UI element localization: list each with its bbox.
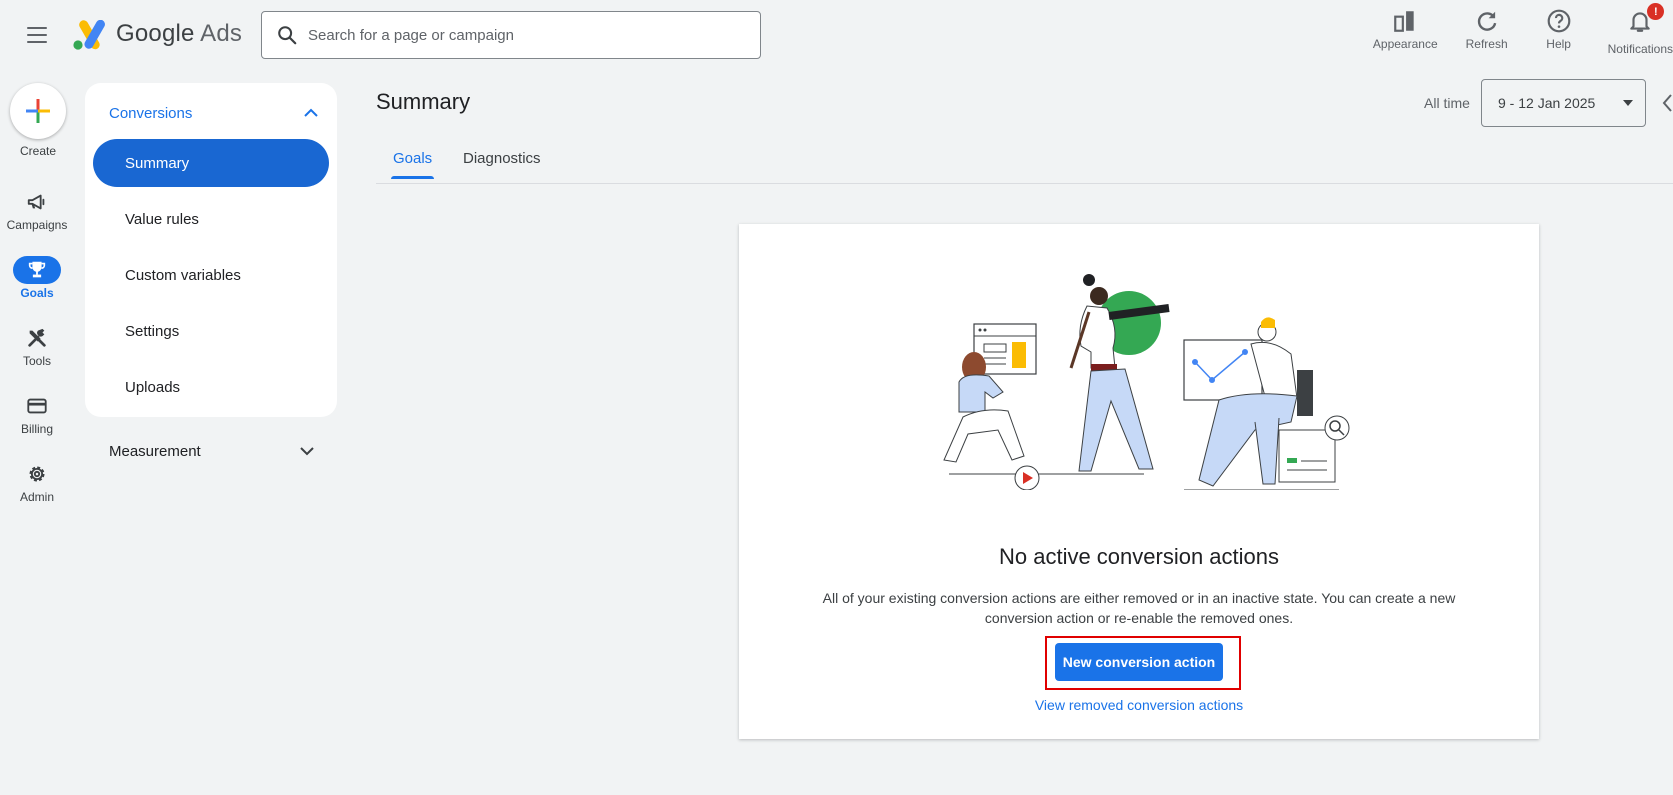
header-actions: Appearance Refresh Help ! Notifications xyxy=(1347,3,1673,56)
date-range-picker[interactable]: 9 - 12 Jan 2025 xyxy=(1481,79,1646,127)
rail-label-campaigns: Campaigns xyxy=(6,218,68,232)
empty-state-title: No active conversion actions xyxy=(998,544,1280,569)
refresh-icon xyxy=(1477,11,1496,31)
refresh-button[interactable]: Refresh xyxy=(1464,8,1510,56)
appearance-icon xyxy=(1394,11,1414,32)
nav-item-label: Summary xyxy=(125,154,190,172)
search-box[interactable] xyxy=(261,11,761,59)
nav-item-label: Settings xyxy=(125,322,180,340)
conversions-section-toggle[interactable]: Conversions xyxy=(109,99,319,127)
rail-item-campaigns[interactable]: Campaigns xyxy=(0,188,74,232)
search-input[interactable] xyxy=(308,12,760,58)
google-ads-logo xyxy=(73,20,105,50)
chevron-down-icon xyxy=(300,447,314,456)
product-name: Google Ads xyxy=(116,20,243,47)
appearance-button[interactable]: Appearance xyxy=(1373,8,1438,56)
date-range-label: All time xyxy=(1424,95,1470,111)
rail-item-tools[interactable]: Tools xyxy=(0,324,74,368)
chevron-left-icon[interactable] xyxy=(1660,92,1673,114)
plus-icon xyxy=(26,99,50,123)
megaphone-icon xyxy=(27,194,45,210)
chevron-up-icon xyxy=(304,108,318,117)
conversions-section-label: Conversions xyxy=(109,104,193,122)
tab-diagnostics[interactable]: Diagnostics xyxy=(463,150,541,179)
tab-bar: Goals Diagnostics xyxy=(376,140,1673,184)
rail-item-billing[interactable]: Billing xyxy=(0,392,74,436)
nav-item-settings[interactable]: Settings xyxy=(93,307,329,355)
dropdown-arrow-icon xyxy=(1623,100,1633,106)
tab-goals[interactable]: Goals xyxy=(390,150,435,179)
view-removed-conversion-actions-link[interactable]: View removed conversion actions xyxy=(739,697,1539,713)
notification-badge: ! xyxy=(1647,3,1665,20)
rail-label-admin: Admin xyxy=(19,490,54,504)
main-menu-icon[interactable] xyxy=(20,22,54,48)
refresh-label: Refresh xyxy=(1465,37,1508,51)
appearance-label: Appearance xyxy=(1372,37,1438,51)
help-button[interactable]: Help xyxy=(1536,8,1582,56)
tools-icon xyxy=(28,328,46,347)
help-icon xyxy=(1547,9,1570,33)
rail-label-tools: Tools xyxy=(22,354,51,368)
create-label: Create xyxy=(19,144,57,158)
empty-state-description: All of your existing conversion actions … xyxy=(822,590,1456,626)
nav-item-label: Custom variables xyxy=(125,266,241,284)
credit-card-icon xyxy=(27,398,47,414)
nav-item-label: Value rules xyxy=(125,210,199,228)
nav-item-value-rules[interactable]: Value rules xyxy=(93,195,329,243)
rail-label-goals: Goals xyxy=(20,286,54,300)
measurement-label: Measurement xyxy=(109,442,201,460)
top-bar: Google Ads Appearance Refresh xyxy=(0,0,1673,70)
help-label: Help xyxy=(1546,37,1571,51)
nav-item-uploads[interactable]: Uploads xyxy=(93,363,329,411)
search-icon xyxy=(278,26,297,45)
create-button[interactable] xyxy=(10,83,66,139)
measurement-section-toggle[interactable]: Measurement xyxy=(109,438,315,464)
new-conversion-action-button[interactable]: New conversion action xyxy=(1055,643,1223,681)
page-title: Summary xyxy=(376,89,471,114)
trophy-icon xyxy=(28,261,46,278)
notifications-button[interactable]: ! Notifications xyxy=(1607,3,1673,56)
empty-state-illustration xyxy=(943,274,1350,490)
gear-icon xyxy=(29,466,45,482)
nav-item-summary[interactable]: Summary xyxy=(93,139,329,187)
rail-label-billing: Billing xyxy=(20,422,53,436)
section-nav: Conversions Summary Value rules Custom v… xyxy=(85,83,337,417)
empty-state-card: No active conversion actions All of your… xyxy=(739,224,1539,739)
date-range-value: 9 - 12 Jan 2025 xyxy=(1498,95,1596,111)
rail-item-goals[interactable]: Goals xyxy=(0,256,74,300)
notifications-label: Notifications xyxy=(1607,42,1673,56)
nav-item-custom-variables[interactable]: Custom variables xyxy=(93,251,329,299)
nav-item-label: Uploads xyxy=(125,378,181,396)
rail-item-admin[interactable]: Admin xyxy=(0,460,74,504)
